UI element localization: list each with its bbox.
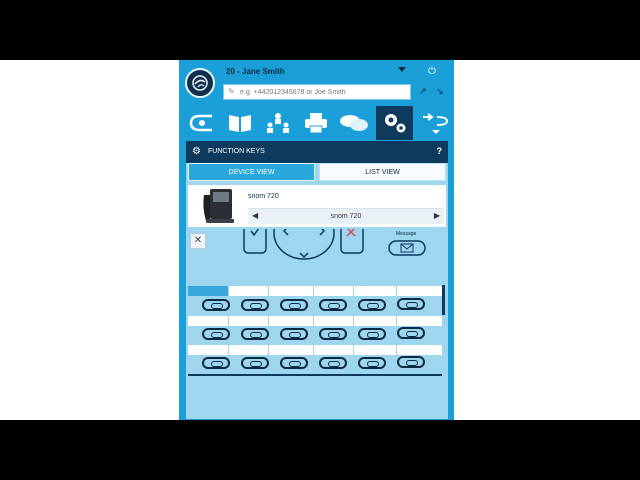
power-icon[interactable]: ⏻ xyxy=(426,66,438,78)
model-label: snom 720 xyxy=(330,213,362,220)
fax-icon xyxy=(304,113,327,134)
horn-icon xyxy=(189,114,212,132)
function-key[interactable] xyxy=(358,328,386,340)
function-key[interactable] xyxy=(319,357,347,369)
panel-header: ⚙ FUNCTION KEYS ? xyxy=(186,141,448,163)
function-key[interactable] xyxy=(202,299,230,311)
key-label-row[interactable] xyxy=(188,316,442,326)
function-key[interactable] xyxy=(241,299,269,311)
function-key[interactable] xyxy=(358,299,386,311)
transfer-arrows-icon xyxy=(422,113,448,134)
transfer-button[interactable] xyxy=(416,106,453,140)
main-toolbar xyxy=(179,106,454,140)
function-key[interactable] xyxy=(280,357,308,369)
hangup-icon[interactable]: ↘ xyxy=(436,86,444,97)
phone-layout: ✕ Message xyxy=(188,229,446,419)
model-switcher: ◀ snom 720 ▶ xyxy=(248,208,444,224)
panel-title: FUNCTION KEYS xyxy=(208,148,265,155)
directory-button[interactable] xyxy=(221,106,258,140)
app-logo[interactable] xyxy=(185,68,215,98)
function-key[interactable] xyxy=(202,328,230,340)
function-key[interactable] xyxy=(241,357,269,369)
function-keys-panel: ⚙ FUNCTION KEYS ? DEVICE VIEW LIST VIEW … xyxy=(185,140,449,420)
function-key[interactable] xyxy=(397,298,425,310)
device-selector: snom 720 ◀ snom 720 ▶ xyxy=(188,185,446,227)
function-key-grid xyxy=(188,284,446,376)
desk-phone-image xyxy=(203,189,234,223)
key-label-row[interactable] xyxy=(188,345,442,355)
top-bar: 20 - Jane Smith ⏻ ✎ ↗ ↘ xyxy=(179,60,454,106)
tab-device-view[interactable]: DEVICE VIEW xyxy=(188,163,315,181)
chat-button[interactable] xyxy=(335,106,372,140)
app-window: 20 - Jane Smith ⏻ ✎ ↗ ↘ xyxy=(179,60,454,420)
chat-bubbles-icon xyxy=(339,115,368,131)
book-icon xyxy=(228,115,251,132)
device-name: snom 720 xyxy=(248,193,279,200)
function-key[interactable] xyxy=(280,328,308,340)
search-input[interactable] xyxy=(223,84,411,100)
function-key[interactable] xyxy=(280,299,308,311)
key-label-row[interactable] xyxy=(188,286,442,296)
function-key[interactable] xyxy=(202,357,230,369)
close-button[interactable]: ✕ xyxy=(190,233,206,249)
call-icon[interactable]: ↗ xyxy=(419,86,427,97)
gears-icon xyxy=(384,114,405,133)
org-chart-icon xyxy=(266,113,289,133)
gear-icon: ⚙ xyxy=(192,146,201,157)
function-key[interactable] xyxy=(397,327,425,339)
function-key[interactable] xyxy=(397,356,425,368)
function-key[interactable] xyxy=(241,328,269,340)
logo-icon xyxy=(192,75,208,91)
dial-pad-icon: ✎ xyxy=(228,87,235,96)
function-key[interactable] xyxy=(319,328,347,340)
function-key[interactable] xyxy=(358,357,386,369)
chevron-right-icon[interactable]: ▶ xyxy=(434,211,440,220)
settings-button[interactable] xyxy=(376,106,413,140)
fax-button[interactable] xyxy=(297,106,334,140)
message-key-label: Message xyxy=(396,231,417,237)
grid-divider xyxy=(188,374,442,376)
horn-button[interactable] xyxy=(183,106,220,140)
org-chart-button[interactable] xyxy=(259,106,296,140)
tab-list-view[interactable]: LIST VIEW xyxy=(319,163,446,181)
grid-scrollbar[interactable] xyxy=(442,285,445,315)
chevron-down-icon[interactable] xyxy=(398,67,406,72)
help-button[interactable]: ? xyxy=(437,146,443,156)
function-key[interactable] xyxy=(319,299,347,311)
user-selector[interactable]: 20 - Jane Smith xyxy=(226,67,285,76)
